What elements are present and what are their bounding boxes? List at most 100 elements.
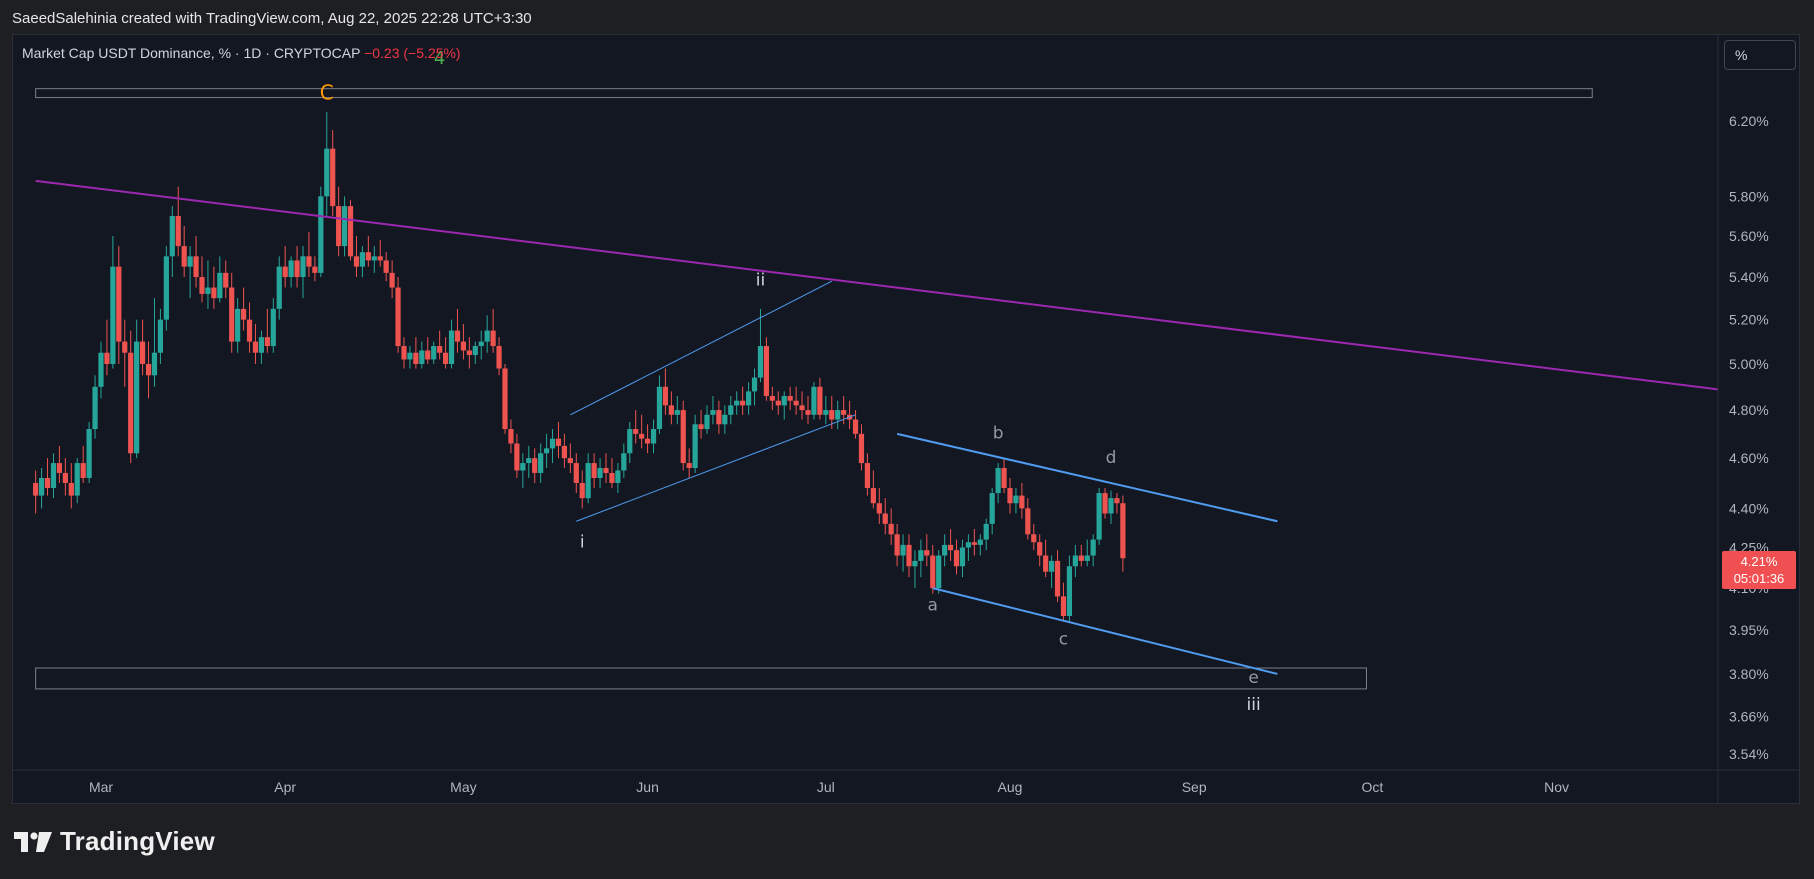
candle (413, 337, 419, 369)
candle-body (680, 410, 686, 464)
candle-body (947, 544, 954, 551)
candle-body (769, 396, 775, 401)
wave-label-c: c (1059, 630, 1068, 650)
wave-label-C: C (320, 80, 334, 104)
candle-body (965, 542, 972, 548)
candlestick-chart[interactable]: C4iiiabcdeiii6.20%5.80%5.60%5.40%5.20%5.… (0, 0, 1814, 879)
candle-body (1019, 495, 1025, 509)
box-drawing-top (35, 88, 1593, 99)
candle-body (757, 346, 764, 378)
candle (1090, 534, 1096, 567)
candle-body (199, 277, 205, 294)
wave-label-b: b (993, 424, 1004, 444)
candle (543, 433, 550, 469)
candle-body (347, 206, 354, 257)
candle (282, 246, 288, 288)
time-tick-label: Jun (636, 779, 659, 795)
candle-body (751, 377, 758, 392)
candle (365, 235, 371, 267)
candle (888, 508, 894, 545)
candle (466, 337, 472, 369)
candle (235, 298, 241, 353)
candle (389, 260, 395, 299)
candle-body (478, 341, 484, 347)
candle (181, 225, 187, 278)
candle-body (145, 363, 152, 376)
wave-label-e: e (1248, 668, 1258, 688)
candle-body (1054, 560, 1061, 597)
box-drawing-bottom (35, 667, 1367, 690)
candle-body (662, 386, 669, 406)
candle (644, 424, 651, 454)
candle-body (799, 405, 805, 411)
price-tick-label: 4.60% (1729, 450, 1769, 466)
candle (894, 523, 900, 567)
candle (312, 256, 318, 282)
candle (187, 246, 193, 299)
candle (597, 458, 603, 489)
candle (341, 196, 348, 257)
candle-body (330, 148, 336, 207)
candle-body (353, 256, 360, 267)
candle (918, 539, 924, 578)
candle (710, 396, 716, 425)
candle-body (264, 337, 270, 347)
percent-scale-button[interactable]: % (1724, 40, 1796, 70)
candle-body (496, 346, 502, 369)
candle (56, 445, 63, 483)
candle (971, 529, 977, 556)
candle-body (211, 287, 217, 299)
candle-body (377, 256, 383, 261)
candle (145, 341, 152, 399)
candle (615, 463, 621, 494)
candle (134, 319, 140, 459)
candle (520, 453, 526, 489)
candle (989, 488, 995, 535)
candle-body (1060, 596, 1067, 617)
candle-body (110, 266, 116, 364)
candle (484, 315, 490, 353)
candle (1031, 523, 1037, 551)
symbol-legend[interactable]: Market Cap USDT Dominance, % · 1D · CRYP… (22, 45, 461, 61)
candle (395, 277, 401, 353)
candle-body (104, 352, 110, 364)
candle (977, 534, 983, 556)
candle-body (650, 429, 657, 444)
price-tick-label: 5.80% (1729, 188, 1769, 204)
candle-body (924, 550, 930, 556)
candle (722, 405, 728, 434)
candle (425, 337, 431, 364)
candle (383, 252, 389, 282)
candle-body (169, 215, 175, 257)
candle (942, 534, 948, 567)
tradingview-brand[interactable]: TradingView (14, 826, 215, 857)
candle (763, 337, 770, 401)
candle-body (930, 555, 936, 589)
candle-body (336, 206, 342, 247)
candle-body (270, 308, 276, 347)
price-tick-label: 3.54% (1729, 746, 1769, 762)
candle-body (561, 445, 568, 459)
candle (44, 458, 51, 496)
candle (579, 470, 585, 509)
time-tick-label: Mar (89, 779, 113, 795)
symbol-title: Market Cap USDT Dominance, % · 1D · CRYP… (22, 45, 361, 61)
candle (163, 246, 169, 331)
candle-body (983, 523, 989, 540)
candle-body (644, 438, 651, 444)
candle-body (615, 470, 621, 483)
candle-body (1114, 498, 1120, 504)
candle-body (1102, 493, 1108, 514)
candle (246, 302, 253, 353)
candle-body (454, 330, 461, 342)
time-tick-label: Apr (274, 779, 296, 795)
candle-body (1048, 560, 1055, 572)
candle (734, 391, 740, 415)
candle-body (128, 352, 134, 454)
candle (276, 256, 282, 320)
candle-body (56, 463, 63, 473)
candle-body (217, 272, 223, 299)
candle (775, 391, 781, 415)
price-tick-label: 5.20% (1729, 312, 1769, 328)
candle-body (745, 391, 752, 406)
